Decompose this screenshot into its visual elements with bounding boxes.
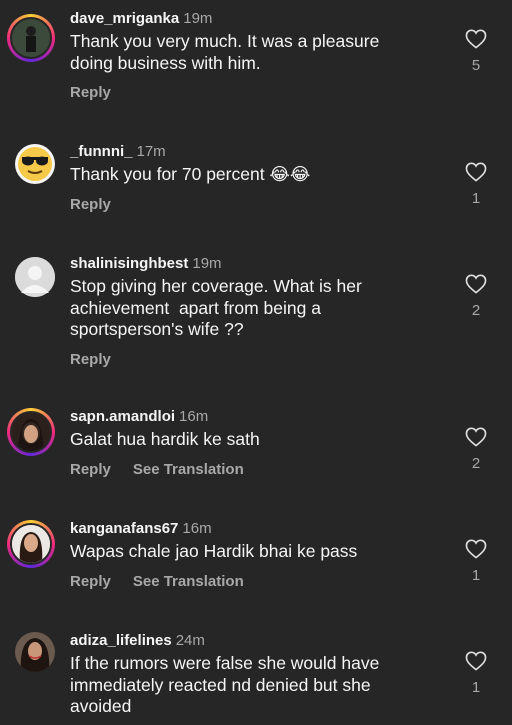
like-control: 5 <box>462 29 490 74</box>
username[interactable]: kanganafans67 <box>70 520 178 537</box>
heart-icon[interactable] <box>465 274 487 294</box>
avatar-image <box>12 19 50 57</box>
comment-header: kanganafans67 16m <box>70 520 440 538</box>
like-count: 5 <box>471 57 481 74</box>
like-control: 1 <box>462 162 490 207</box>
username[interactable]: _funnni_ <box>70 143 133 160</box>
like-count: 1 <box>471 190 481 207</box>
comment-text: If the rumors were false she would have … <box>70 653 380 716</box>
like-count: 1 <box>471 679 481 696</box>
like-count: 1 <box>471 567 481 584</box>
reply-button[interactable]: Reply <box>70 196 111 213</box>
timestamp: 24m <box>175 632 205 649</box>
avatar[interactable] <box>15 632 55 672</box>
comment-text: Galat hua hardik ke sath <box>70 429 260 449</box>
heart-icon[interactable] <box>465 539 487 559</box>
see-translation-button[interactable]: See Translation <box>133 573 244 590</box>
timestamp: 16m <box>179 408 209 425</box>
default-avatar-icon <box>15 257 55 297</box>
sunglasses-emoji-avatar <box>18 147 52 181</box>
heart-icon[interactable] <box>465 427 487 447</box>
comment-text: Stop giving her coverage. What is her ac… <box>70 276 362 339</box>
avatar-image <box>15 632 55 672</box>
comment-header: adiza_lifelines 24m <box>70 632 440 650</box>
avatar[interactable] <box>15 257 55 297</box>
timestamp: 19m <box>192 255 222 272</box>
see-translation-button[interactable]: See Translation <box>133 461 244 478</box>
comment-header: sapn.amandloi 16m <box>70 408 440 426</box>
heart-icon[interactable] <box>465 651 487 671</box>
like-control: 1 <box>462 651 490 696</box>
like-control: 2 <box>462 274 490 319</box>
heart-icon[interactable] <box>465 29 487 49</box>
reply-button[interactable]: Reply <box>70 573 111 590</box>
username[interactable]: sapn.amandloi <box>70 408 175 425</box>
comment-text: Wapas chale jao Hardik bhai ke pass <box>70 541 358 561</box>
comment-text: Thank you very much. It was a pleasure d… <box>70 31 380 73</box>
like-count: 2 <box>471 455 481 472</box>
heart-icon[interactable] <box>465 162 487 182</box>
comment-header: shalinisinghbest 19m <box>70 255 440 273</box>
timestamp: 19m <box>183 10 213 27</box>
username[interactable]: shalinisinghbest <box>70 255 188 272</box>
reply-button[interactable]: Reply <box>70 351 111 368</box>
timestamp: 16m <box>182 520 212 537</box>
reply-button[interactable]: Reply <box>70 461 111 478</box>
avatar[interactable] <box>15 144 55 184</box>
like-control: 1 <box>462 539 490 584</box>
avatar[interactable] <box>7 408 55 456</box>
reply-button[interactable]: Reply <box>70 84 111 101</box>
like-control: 2 <box>462 427 490 472</box>
comment-header: _funnni_ 17m <box>70 143 440 161</box>
timestamp: 17m <box>136 143 166 160</box>
avatar[interactable] <box>7 14 55 62</box>
avatar-image <box>12 413 50 451</box>
like-count: 2 <box>471 302 481 319</box>
avatar[interactable] <box>7 520 55 568</box>
comment-text: Thank you for 70 percent 😂😂 <box>70 164 311 184</box>
username[interactable]: dave_mriganka <box>70 10 179 27</box>
avatar-image <box>12 525 50 563</box>
comment-header: dave_mriganka 19m <box>70 10 440 28</box>
username[interactable]: adiza_lifelines <box>70 632 172 649</box>
